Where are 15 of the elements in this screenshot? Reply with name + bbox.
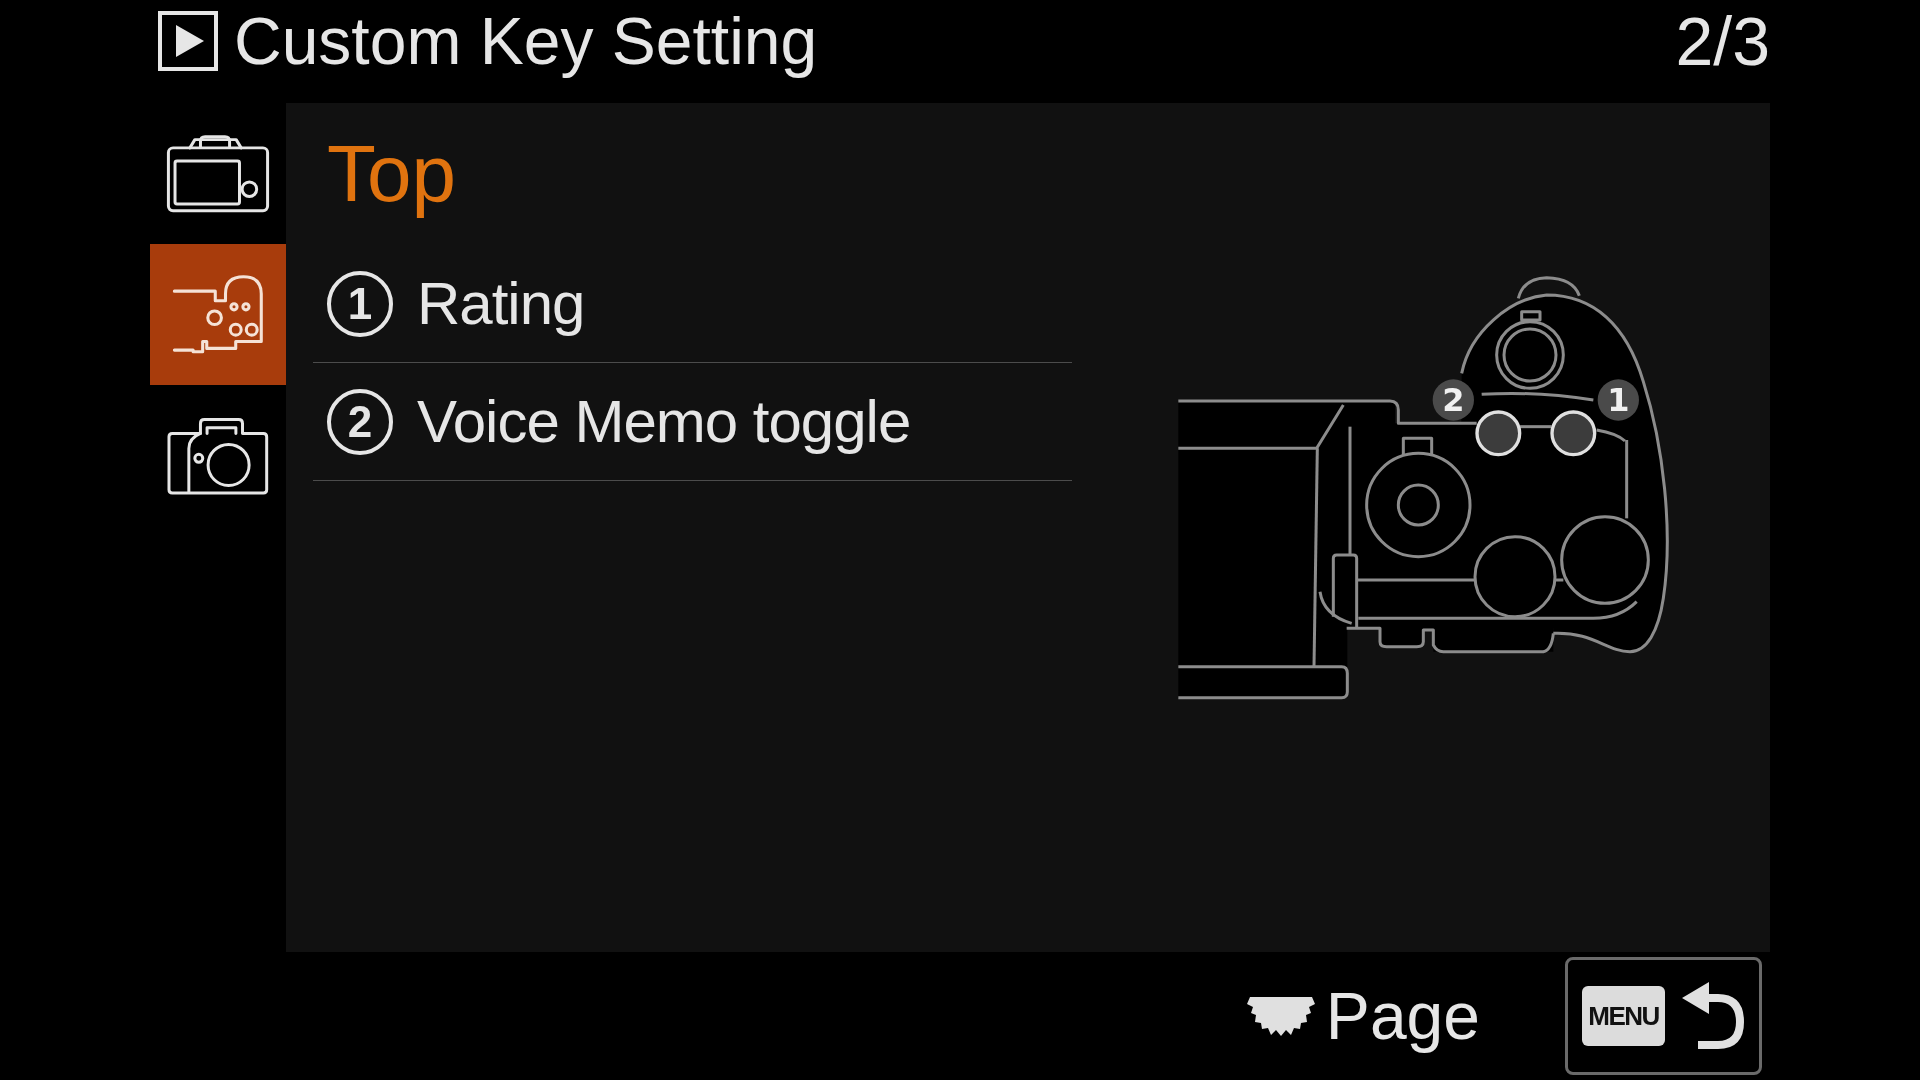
callout-marker: 2: [1432, 379, 1474, 421]
menu-key-label: MENU: [1582, 986, 1665, 1046]
menu-item-label[interactable]: Voice Memo toggle: [417, 391, 911, 452]
return-arrow-icon: [1682, 981, 1745, 1051]
page-indicator: 2/3: [1675, 6, 1770, 75]
camera-front-icon: [167, 416, 269, 495]
item-number: 2: [327, 388, 393, 455]
camera-top-view-icon: [172, 273, 264, 356]
back-button[interactable]: MENU: [1565, 957, 1762, 1075]
callout-marker: 1: [1597, 379, 1639, 421]
camera-back-icon: [165, 133, 271, 214]
menu-item-label[interactable]: Rating: [417, 273, 585, 334]
play-icon: [158, 10, 218, 71]
dial-icon: [1245, 995, 1316, 1037]
item-number: 1: [327, 270, 393, 337]
